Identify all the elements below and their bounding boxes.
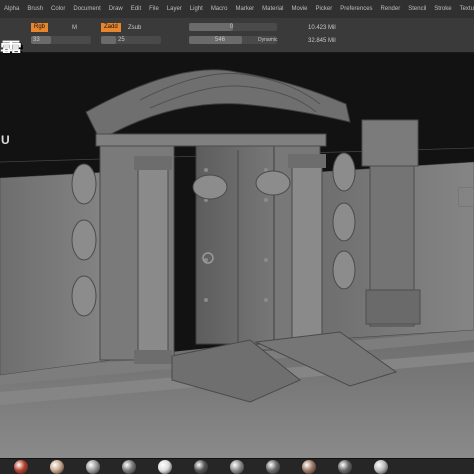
menu-item-stencil[interactable]: Stencil — [404, 6, 430, 12]
menu-item-layer[interactable]: Layer — [163, 6, 186, 12]
menu-item-color[interactable]: Color — [47, 6, 69, 12]
rgb-toggle[interactable]: Rgb — [31, 23, 49, 32]
material-shelf — [0, 458, 474, 474]
z-intensity-slider[interactable] — [101, 36, 161, 44]
focal-shift-value: 0 — [230, 24, 234, 30]
material-dark[interactable] — [194, 459, 208, 474]
menu-item-marker[interactable]: Marker — [231, 6, 258, 12]
z-intensity-value: 25 — [118, 37, 125, 43]
menu-item-picker[interactable]: Picker — [312, 6, 337, 12]
material-mid[interactable] — [338, 459, 352, 474]
material-chrome[interactable] — [86, 459, 100, 474]
viewport-label: U — [1, 133, 10, 147]
menu-item-stroke[interactable]: Stroke — [430, 6, 455, 12]
menu-item-brush[interactable]: Brush — [23, 6, 47, 12]
menu-item-movie[interactable]: Movie — [288, 6, 312, 12]
menu-item-document[interactable]: Document — [69, 6, 104, 12]
material-light[interactable] — [374, 459, 388, 474]
material-matcap-gray[interactable] — [230, 459, 244, 474]
active-points-value: 10.423 Mil — [308, 25, 336, 31]
zsub-toggle[interactable]: Zsub — [128, 25, 141, 31]
m-toggle[interactable]: M — [72, 25, 77, 31]
menu-item-alpha[interactable]: Alpha — [0, 6, 23, 12]
dynamic-toggle[interactable]: Dynamic — [258, 37, 277, 43]
material-skinshade[interactable] — [302, 459, 316, 474]
menu-item-draw[interactable]: Draw — [105, 6, 127, 12]
total-points-value: 32.845 Mil — [308, 38, 336, 44]
material-basic[interactable] — [122, 459, 136, 474]
material-white[interactable] — [158, 459, 172, 474]
rgb-intensity-value: 33 — [33, 37, 40, 43]
menu-item-light[interactable]: Light — [186, 6, 207, 12]
menu-item-edit[interactable]: Edit — [127, 6, 145, 12]
menu-item-file[interactable]: File — [145, 6, 163, 12]
material-skin[interactable] — [50, 459, 64, 474]
menu-item-texture[interactable]: Texture — [456, 6, 474, 12]
menu-item-material[interactable]: Material — [258, 6, 287, 12]
zadd-toggle[interactable]: Zadd — [101, 23, 121, 32]
material-flat[interactable] — [266, 459, 280, 474]
navigation-cube[interactable] — [458, 187, 474, 207]
menu-bar: Alpha Brush Color Document Draw Edit File Layer… — [0, 0, 474, 19]
menu-item-render[interactable]: Render — [377, 6, 405, 12]
model-render — [0, 53, 474, 458]
rgb-intensity-slider[interactable] — [31, 36, 91, 44]
draw-size-value: 546 — [215, 37, 226, 43]
3d-viewport[interactable]: U — [0, 53, 474, 458]
menu-item-preferences[interactable]: Preferences — [336, 6, 376, 12]
material-red[interactable] — [14, 459, 28, 474]
menu-item-macro[interactable]: Macro — [207, 6, 232, 12]
brush-toolbar: Rgb M Zadd Zsub 33 25 0 546 Dynamic 10.4… — [0, 18, 474, 53]
